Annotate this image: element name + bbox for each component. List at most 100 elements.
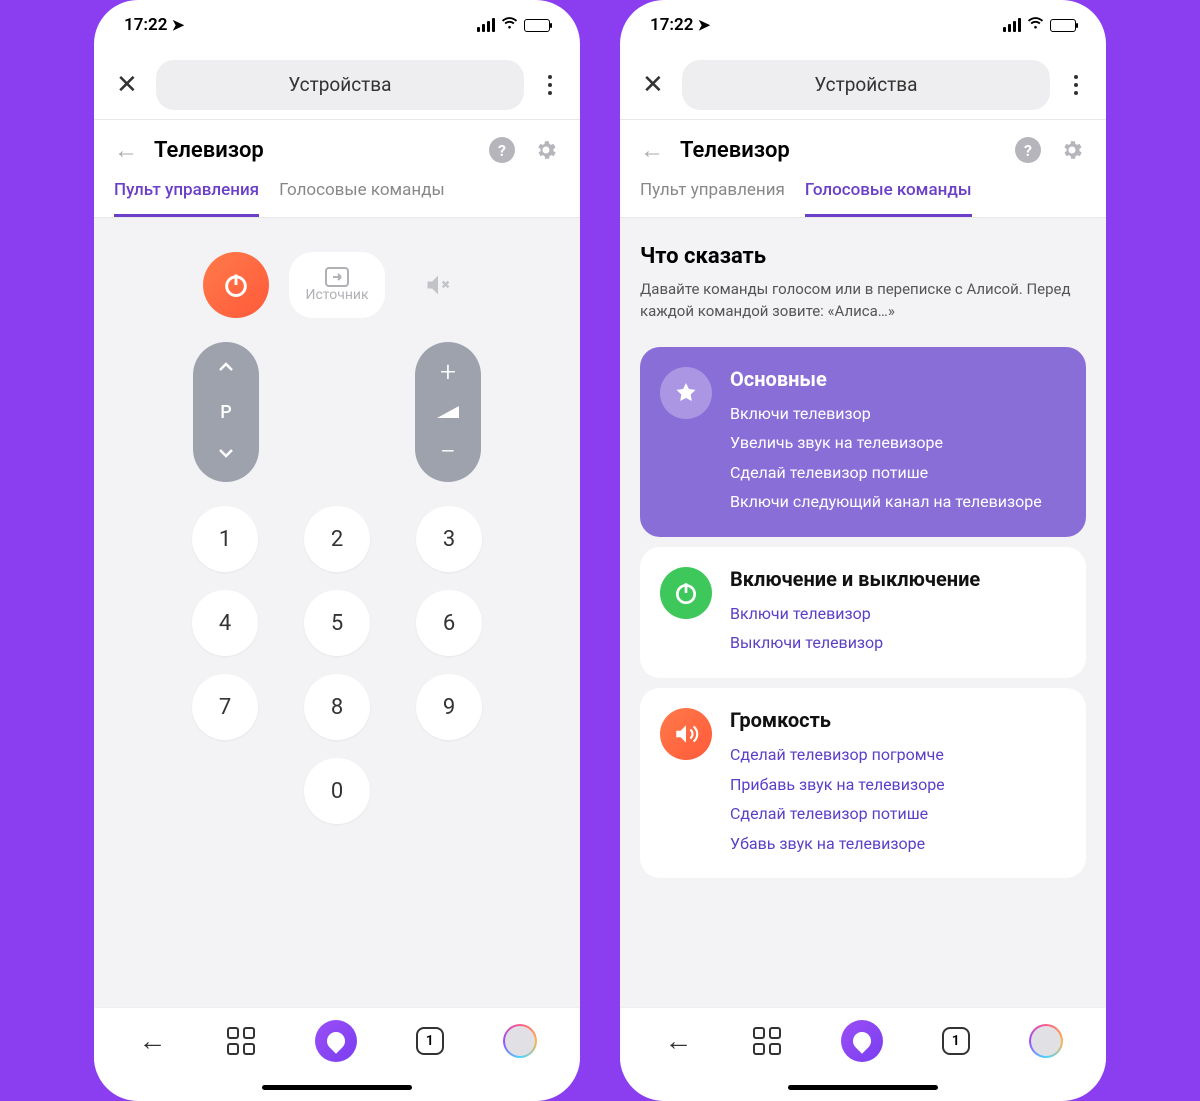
- voice-command: Сделай телевизор погромче: [730, 740, 1066, 770]
- header-pill-label: Устройства: [814, 73, 917, 96]
- nav-avatar-icon[interactable]: [1029, 1024, 1063, 1058]
- tab-voice[interactable]: Голосовые команды: [279, 180, 445, 217]
- tab-voice[interactable]: Голосовые команды: [805, 180, 972, 217]
- location-arrow-icon: ➤: [698, 16, 711, 34]
- volume-up-button[interactable]: +: [440, 358, 456, 386]
- voice-command: Включи следующий канал на телевизоре: [730, 487, 1066, 517]
- numkey-2[interactable]: 2: [304, 506, 370, 572]
- numkey-0[interactable]: 0: [304, 758, 370, 824]
- settings-gear-icon[interactable]: [532, 136, 560, 164]
- voice-command: Включи телевизор: [730, 599, 1066, 629]
- voice-heading: Что сказать: [640, 244, 1086, 269]
- bottom-nav: ← 1: [94, 1007, 580, 1073]
- channel-label: P: [220, 402, 232, 423]
- nav-apps-icon[interactable]: [226, 1026, 256, 1056]
- numkey-3[interactable]: 3: [416, 506, 482, 572]
- help-icon[interactable]: ?: [1014, 136, 1042, 164]
- numkey-6[interactable]: 6: [416, 590, 482, 656]
- home-indicator[interactable]: [788, 1085, 938, 1090]
- voice-card-volume[interactable]: Громкость Сделай телевизор погромче Приб…: [640, 688, 1086, 878]
- nav-back-icon[interactable]: ←: [663, 1026, 693, 1056]
- location-arrow-icon: ➤: [172, 16, 185, 34]
- page-title: Телевизор: [680, 138, 998, 163]
- kebab-menu-icon[interactable]: [538, 70, 562, 100]
- header-pill-label: Устройства: [288, 73, 391, 96]
- status-time-wrap: 17:22 ➤: [650, 15, 710, 35]
- voice-content: Что сказать Давайте команды голосом или …: [620, 218, 1106, 1007]
- cellular-signal-icon: [477, 18, 495, 32]
- voice-command: Прибавь звук на телевизоре: [730, 770, 1066, 800]
- volume-down-button[interactable]: −: [440, 438, 456, 466]
- voice-card-main[interactable]: Основные Включи телевизор Увеличь звук н…: [640, 347, 1086, 537]
- phone-voice: 17:22 ➤ ✕ Устройства ← Телевизор ? Пульт…: [620, 0, 1106, 1101]
- nav-avatar-icon[interactable]: [503, 1024, 537, 1058]
- voice-header: Что сказать Давайте команды голосом или …: [620, 218, 1106, 337]
- numkey-7[interactable]: 7: [192, 674, 258, 740]
- tab-remote[interactable]: Пульт управления: [114, 180, 259, 217]
- remote-content: Источник P + − 1 2 3 4 5 6: [94, 218, 580, 1007]
- channel-pill: P: [193, 342, 259, 482]
- voice-command: Сделай телевизор потише: [730, 799, 1066, 829]
- battery-icon: [524, 19, 550, 32]
- channel-up-button[interactable]: [217, 358, 235, 380]
- voice-command: Сделай телевизор потише: [730, 458, 1066, 488]
- voice-command: Выключи телевизор: [730, 628, 1066, 658]
- numkey-5[interactable]: 5: [304, 590, 370, 656]
- number-pad: 1 2 3 4 5 6 7 8 9 0: [94, 506, 580, 854]
- back-arrow-icon[interactable]: ←: [114, 136, 138, 165]
- nav-tabs-count: 1: [426, 1033, 434, 1049]
- nav-apps-icon[interactable]: [752, 1026, 782, 1056]
- top-bar: ✕ Устройства: [94, 50, 580, 120]
- volume-pill: + −: [415, 342, 481, 482]
- nav-alice-icon[interactable]: [841, 1020, 883, 1062]
- help-icon[interactable]: ?: [488, 136, 516, 164]
- power-button[interactable]: [203, 252, 269, 318]
- nav-tabs-icon[interactable]: 1: [942, 1027, 970, 1055]
- close-icon[interactable]: ✕: [638, 66, 668, 104]
- tab-voice-label: Голосовые команды: [805, 180, 972, 200]
- nav-back-icon[interactable]: ←: [137, 1026, 167, 1056]
- numkey-4[interactable]: 4: [192, 590, 258, 656]
- star-icon: [660, 367, 712, 419]
- voice-description: Давайте команды голосом или в переписке …: [640, 279, 1086, 323]
- kebab-menu-icon[interactable]: [1064, 70, 1088, 100]
- nav-tabs-icon[interactable]: 1: [416, 1027, 444, 1055]
- card-body: Основные Включи телевизор Увеличь звук н…: [730, 367, 1066, 517]
- numkey-8[interactable]: 8: [304, 674, 370, 740]
- voice-command: Увеличь звук на телевизоре: [730, 428, 1066, 458]
- nav-alice-icon[interactable]: [315, 1020, 357, 1062]
- page-title: Телевизор: [154, 138, 472, 163]
- card-body: Громкость Сделай телевизор погромче Приб…: [730, 708, 1066, 858]
- home-indicator-wrap: [94, 1073, 580, 1101]
- status-indicators: [1003, 17, 1076, 34]
- card-body: Включение и выключение Включи телевизор …: [730, 567, 1066, 658]
- battery-icon: [1050, 19, 1076, 32]
- settings-gear-icon[interactable]: [1058, 136, 1086, 164]
- voice-card-power[interactable]: Включение и выключение Включи телевизор …: [640, 547, 1086, 678]
- close-icon[interactable]: ✕: [112, 66, 142, 104]
- channel-down-button[interactable]: [217, 444, 235, 466]
- nav-tabs-count: 1: [952, 1033, 960, 1049]
- sub-header: ← Телевизор ?: [620, 120, 1106, 180]
- card-title: Громкость: [730, 708, 1066, 732]
- numkey-1[interactable]: 1: [192, 506, 258, 572]
- status-time-wrap: 17:22 ➤: [124, 15, 184, 35]
- card-title: Основные: [730, 367, 1066, 391]
- tab-remote-label: Пульт управления: [114, 180, 259, 200]
- tab-remote[interactable]: Пульт управления: [640, 180, 785, 217]
- power-icon: [660, 567, 712, 619]
- card-title: Включение и выключение: [730, 567, 1066, 591]
- source-button[interactable]: Источник: [289, 252, 385, 318]
- back-arrow-icon[interactable]: ←: [640, 136, 664, 165]
- home-indicator[interactable]: [262, 1085, 412, 1090]
- header-pill[interactable]: Устройства: [156, 60, 524, 110]
- wifi-icon: [501, 17, 518, 34]
- tabs: Пульт управления Голосовые команды: [620, 180, 1106, 218]
- numkey-9[interactable]: 9: [416, 674, 482, 740]
- header-pill[interactable]: Устройства: [682, 60, 1050, 110]
- tab-voice-label: Голосовые команды: [279, 180, 445, 200]
- wifi-icon: [1027, 17, 1044, 34]
- status-time: 17:22: [124, 15, 167, 35]
- cellular-signal-icon: [1003, 18, 1021, 32]
- mute-button[interactable]: [405, 252, 471, 318]
